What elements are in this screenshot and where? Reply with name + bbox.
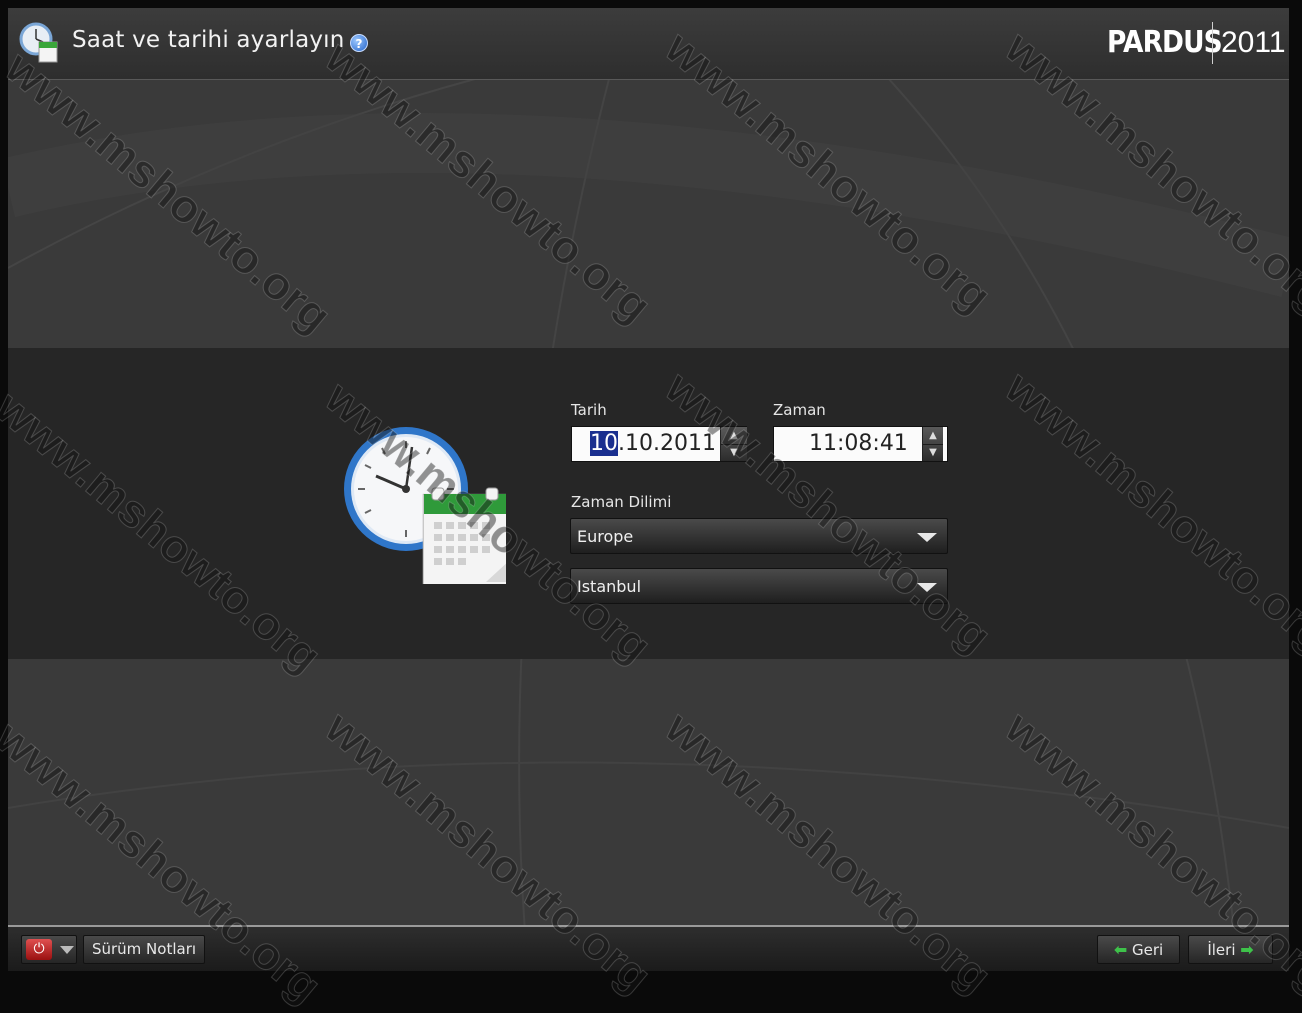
region-combobox[interactable]: Europe <box>570 518 948 554</box>
arrow-right-icon: ➡ <box>1240 940 1254 959</box>
city-combobox[interactable]: Istanbul <box>570 568 948 604</box>
chevron-down-icon <box>60 946 74 954</box>
time-label: Zaman <box>773 401 826 419</box>
installer-window: Saat ve tarihi ayarlayın ? PARDUS 2011 T… <box>8 8 1289 971</box>
brand-divider <box>1212 22 1213 64</box>
release-notes-button[interactable]: Sürüm Notları <box>83 935 205 964</box>
header-bar: Saat ve tarihi ayarlayın ? PARDUS 2011 <box>8 8 1289 80</box>
next-button[interactable]: İleri ➡ <box>1188 935 1273 964</box>
footer-bar: ⏻ Sürüm Notları ⬅ Geri İleri ➡ <box>8 925 1289 971</box>
back-label: Geri <box>1132 941 1164 959</box>
time-down-arrow-icon[interactable]: ▼ <box>923 444 943 461</box>
date-rest: .10.2011 <box>618 431 716 456</box>
chevron-down-icon <box>917 533 937 542</box>
time-spin-buttons[interactable]: ▲ ▼ <box>922 427 943 461</box>
time-up-arrow-icon[interactable]: ▲ <box>923 427 943 445</box>
brand-year: 2011 <box>1221 26 1286 59</box>
help-icon[interactable]: ? <box>350 34 368 52</box>
power-icon: ⏻ <box>26 939 52 960</box>
date-label: Tarih <box>571 401 607 419</box>
back-button[interactable]: ⬅ Geri <box>1097 935 1180 964</box>
time-field[interactable]: 11:08:41 ▲ ▼ <box>773 426 948 462</box>
date-spin-buttons[interactable]: ▲ ▼ <box>720 427 747 461</box>
time-value[interactable]: 11:08:41 <box>809 431 908 456</box>
date-day-selected: 10 <box>590 431 618 456</box>
date-up-arrow-icon[interactable]: ▲ <box>721 427 747 445</box>
next-label: İleri <box>1207 941 1236 959</box>
date-down-arrow-icon[interactable]: ▼ <box>721 444 747 461</box>
city-value: Istanbul <box>577 577 642 596</box>
date-field[interactable]: 10.10.2011 ▲ ▼ <box>571 426 747 462</box>
arrow-left-icon: ⬅ <box>1113 940 1128 959</box>
clock-calendar-icon <box>19 22 58 63</box>
clock-calendar-icon <box>344 427 506 584</box>
date-value[interactable]: 10.10.2011 <box>590 431 716 456</box>
pardus-logo: PARDUS <box>1107 25 1223 60</box>
timezone-label: Zaman Dilimi <box>571 493 672 511</box>
power-menu-button[interactable]: ⏻ <box>21 935 77 964</box>
region-value: Europe <box>577 527 634 546</box>
page-title: Saat ve tarihi ayarlayın <box>72 27 345 53</box>
chevron-down-icon <box>917 583 937 592</box>
